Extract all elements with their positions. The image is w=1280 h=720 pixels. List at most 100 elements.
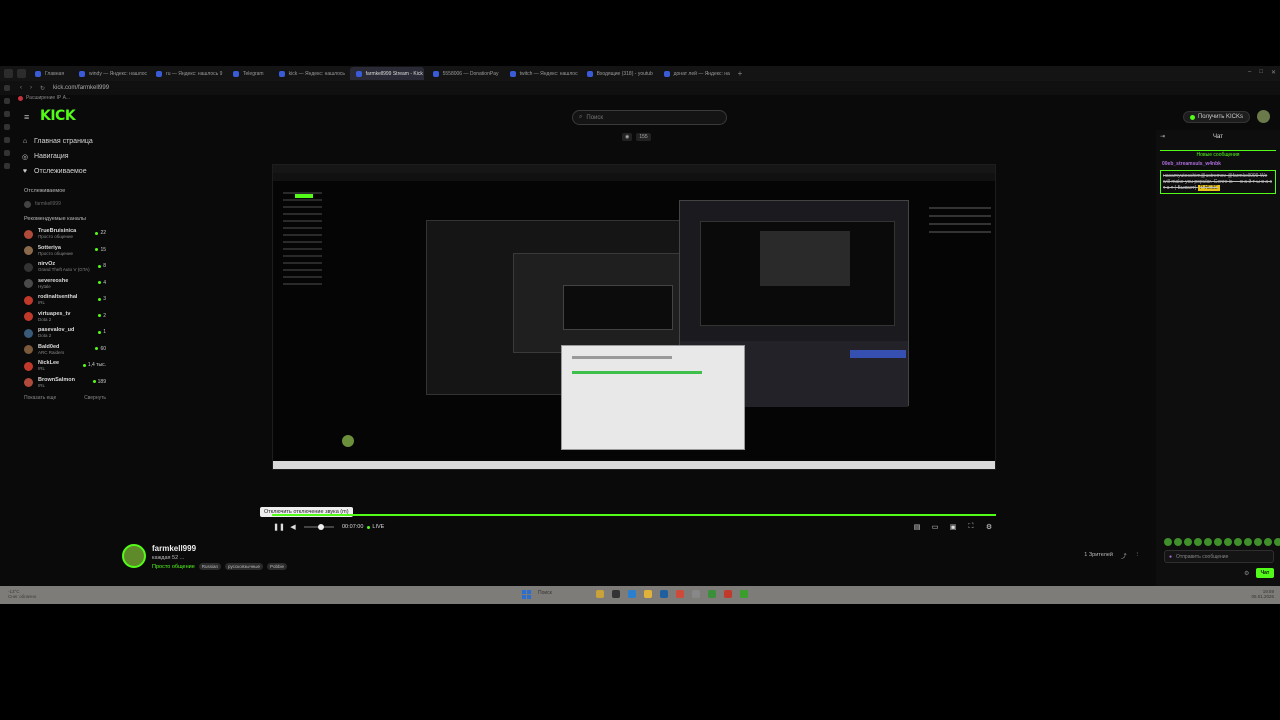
volume-knob[interactable] [318, 524, 324, 530]
emote-icon[interactable] [1184, 538, 1192, 546]
streamer-name[interactable]: farmkell999 [152, 544, 196, 553]
emote-icon[interactable] [1264, 538, 1272, 546]
pip-icon[interactable]: ▣ [946, 523, 960, 531]
workspaces-icon[interactable] [17, 69, 26, 78]
clip-icon[interactable]: ▤ [910, 523, 924, 531]
url-field[interactable]: kick.com/farmkell999 [53, 85, 109, 91]
sidebar-app-icon[interactable] [4, 137, 10, 143]
browser-tab[interactable]: kick — Яндекс: нашлось [273, 67, 347, 80]
progress-bar[interactable] [272, 514, 996, 516]
share-icon[interactable]: ⤴ [1121, 552, 1127, 560]
browser-tab[interactable]: ru — Яндекс: нашлось 9 [150, 67, 224, 80]
video-player[interactable] [272, 164, 996, 470]
emote-icon[interactable] [1214, 538, 1222, 546]
forward-icon[interactable]: › [30, 85, 32, 91]
nav-item[interactable]: ◎ Навигация [14, 149, 112, 164]
app-icon[interactable] [740, 590, 748, 598]
recommended-channel[interactable]: Bald0ed ARC Raiders 60 [14, 342, 112, 359]
sidebar-app-icon[interactable] [4, 98, 10, 104]
app-icon[interactable] [676, 590, 684, 598]
volume-icon[interactable]: ◀ [286, 523, 300, 531]
recommended-channel[interactable]: TrueBruisinica Просто общение 22 [14, 226, 112, 243]
stream-tag[interactable]: Russian [198, 563, 222, 570]
chat-settings-icon[interactable]: ⚙ [1244, 570, 1249, 577]
recommended-channel[interactable]: BrownSalmon IRL 189 [14, 375, 112, 392]
emote-icon[interactable] [1254, 538, 1262, 546]
app-icon[interactable] [692, 590, 700, 598]
app-icon[interactable] [724, 590, 732, 598]
recommended-channel[interactable]: virtuapes_tv Dota 2 2 [14, 309, 112, 326]
minimize-icon[interactable]: – [1248, 69, 1251, 76]
browser-tab[interactable]: Telegram [227, 67, 270, 80]
extension-bar[interactable]: Расширение IP А... [18, 95, 70, 101]
emote-icon[interactable] [1174, 538, 1182, 546]
app-icon[interactable] [612, 590, 620, 598]
recommended-channel[interactable]: nirvOz Grand Theft Auto V (GTA) 8 [14, 259, 112, 276]
emote-icon[interactable] [1244, 538, 1252, 546]
recommended-channel[interactable]: NickLee IRL 1,4 тыс. [14, 358, 112, 375]
show-more-link[interactable]: Показать еще [24, 395, 56, 401]
emote-icon[interactable] [1234, 538, 1242, 546]
collapse-chat-icon[interactable]: ⇥ [1160, 133, 1165, 140]
weather-widget[interactable]: -13°C Снег облачно [8, 589, 36, 599]
reload-icon[interactable]: ↻ [40, 85, 45, 92]
chat-username[interactable]: 00eb_streamsuls_w4nbk [1162, 161, 1274, 167]
stream-category[interactable]: Просто общение [152, 564, 195, 570]
browser-tab[interactable]: 5558006 — DonationPay [427, 67, 501, 80]
more-icon[interactable]: ⋮ [1135, 552, 1141, 560]
browser-menu-icon[interactable] [4, 69, 13, 78]
theater-mode-icon[interactable]: ▭ [928, 523, 942, 531]
collapse-link[interactable]: Свернуть [84, 395, 106, 401]
app-icon[interactable] [628, 590, 636, 598]
stream-tag[interactable]: Pobbie [267, 563, 288, 570]
volume-slider[interactable] [304, 524, 334, 530]
user-avatar[interactable] [1257, 110, 1270, 123]
streamer-avatar[interactable] [122, 544, 146, 568]
recommended-channel[interactable]: severeoshe Hytale 4 [14, 276, 112, 293]
fullscreen-icon[interactable]: ⛶ [964, 523, 978, 531]
taskbar-search[interactable]: Поиск [538, 590, 552, 596]
back-icon[interactable]: ‹ [20, 85, 22, 91]
emote-icon[interactable] [1164, 538, 1172, 546]
sidebar-app-icon[interactable] [4, 150, 10, 156]
new-tab-button[interactable]: + [738, 69, 743, 78]
settings-icon[interactable]: ⚙ [982, 523, 996, 531]
sidebar-app-icon[interactable] [4, 111, 10, 117]
emote-icon[interactable] [1274, 538, 1280, 546]
live-indicator[interactable]: LIVE [367, 524, 384, 530]
send-chat-button[interactable]: Чат [1256, 568, 1274, 578]
followed-channel[interactable]: farmkell999 [14, 198, 112, 210]
emote-icon[interactable] [1194, 538, 1202, 546]
menu-icon[interactable]: ≡ [24, 112, 29, 122]
app-icon[interactable] [596, 590, 604, 598]
nav-item[interactable]: ⌂ Главная страница [14, 134, 112, 149]
close-icon[interactable]: ✕ [1271, 69, 1276, 76]
browser-tab[interactable]: Входящие (318) - youtub [581, 67, 655, 80]
sidebar-app-icon[interactable] [4, 163, 10, 169]
emote-icon[interactable] [1204, 538, 1212, 546]
pause-icon[interactable]: ❚❚ [272, 523, 286, 531]
stream-tag[interactable]: русскоязычные [225, 563, 264, 570]
app-icon[interactable] [708, 590, 716, 598]
search-input[interactable]: ⌕ Поиск [572, 110, 727, 125]
start-button-icon[interactable] [522, 590, 531, 599]
sidebar-app-icon[interactable] [4, 124, 10, 130]
app-icon[interactable] [660, 590, 668, 598]
recommended-channel[interactable]: 5otteriya Просто общение 15 [14, 243, 112, 260]
chat-input[interactable]: ● Отправить сообщение [1164, 550, 1274, 563]
folder-icon[interactable] [644, 590, 652, 598]
sidebar-app-icon[interactable] [4, 85, 10, 91]
browser-tab[interactable]: windy — Яндекс: нашлось [73, 67, 147, 80]
taskbar-clock[interactable]: 19:59 05.01.2026 [1251, 589, 1274, 599]
browser-tab[interactable]: farmkell999 Stream - Kick [349, 67, 424, 80]
get-kicks-button[interactable]: Получить KICKs [1182, 111, 1250, 123]
browser-tab[interactable]: twitch — Яндекс: нашлось [504, 67, 578, 80]
recommended-channel[interactable]: pasevalov_ud Dota 2 1 [14, 325, 112, 342]
maximize-icon[interactable]: □ [1259, 69, 1263, 76]
nav-item[interactable]: ♥ Отслеживаемое [14, 164, 112, 179]
browser-tab[interactable]: Главная [29, 67, 70, 80]
browser-tab[interactable]: донат лей — Яндекс: на [658, 67, 732, 80]
emote-icon[interactable] [1224, 538, 1232, 546]
kick-logo[interactable]: KICK [40, 108, 76, 124]
recommended-channel[interactable]: rodinaltsenthal IRL 3 [14, 292, 112, 309]
